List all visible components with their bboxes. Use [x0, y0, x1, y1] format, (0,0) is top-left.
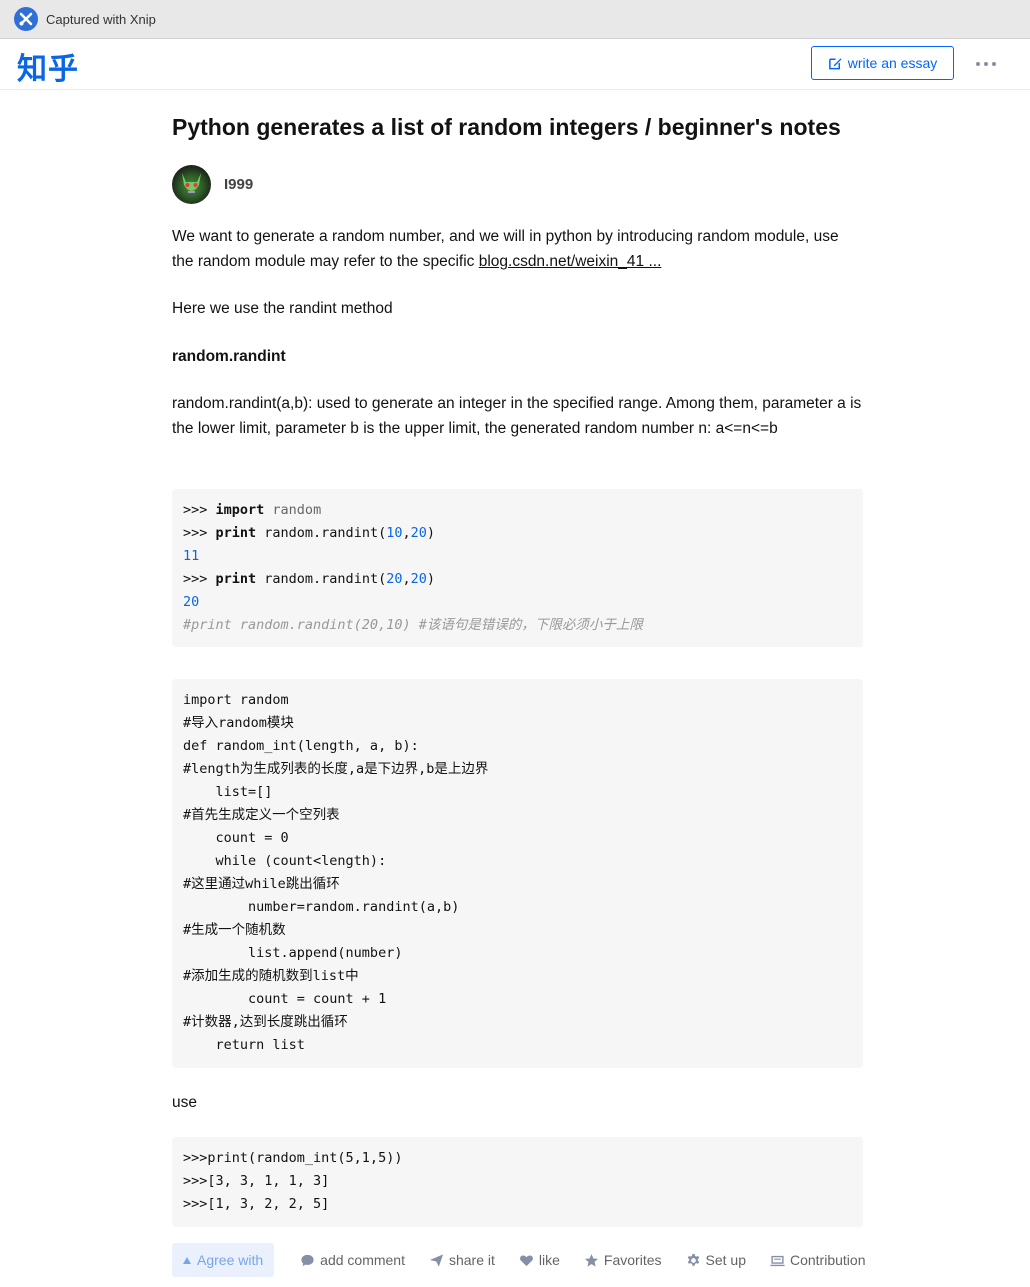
action-bar: Agree with add comment share it like Fav… [172, 1243, 932, 1277]
favorites-button[interactable]: Favorites [584, 1252, 662, 1268]
comment-icon [301, 1254, 314, 1266]
contribution-button[interactable]: Contribution [770, 1252, 866, 1268]
code-block-randint: >>> import random >>> print random.randi… [172, 489, 863, 647]
csdn-link[interactable]: blog.csdn.net/weixin_41 ... [479, 253, 662, 270]
code-block-random-int: import random #导入random模块 def random_int… [172, 679, 863, 1068]
write-essay-button[interactable]: write an essay [811, 46, 954, 80]
top-header: 知乎 write an essay [0, 40, 1030, 90]
share-icon [429, 1253, 444, 1267]
setup-button[interactable]: Set up [686, 1252, 746, 1268]
favorites-label: Favorites [603, 1252, 662, 1268]
write-essay-label: write an essay [847, 55, 938, 71]
zhihu-logo[interactable]: 知乎 [17, 44, 79, 88]
comment-label: add comment [320, 1252, 405, 1268]
share-button[interactable]: share it [429, 1252, 495, 1268]
contribution-label: Contribution [789, 1252, 866, 1268]
capture-label: Captured with Xnip [46, 11, 156, 27]
author-name[interactable]: I999 [224, 176, 253, 193]
use-paragraph: use [172, 1094, 197, 1111]
randint-heading: random.randint [172, 348, 286, 365]
randint-paragraph: Here we use the randint method [172, 300, 393, 317]
contribution-icon [770, 1255, 785, 1266]
randint-description: random.randint(a,b): used to generate an… [172, 395, 862, 437]
edit-icon [828, 57, 842, 69]
star-icon [584, 1253, 598, 1267]
comment-button[interactable]: add comment [300, 1252, 405, 1268]
author-avatar[interactable] [172, 165, 211, 204]
gear-icon [687, 1253, 699, 1266]
xnip-logo-icon [14, 7, 38, 31]
article-title: Python generates a list of random intege… [172, 114, 841, 140]
like-label: like [538, 1252, 560, 1268]
like-button[interactable]: like [519, 1252, 560, 1268]
setup-label: Set up [705, 1252, 746, 1268]
agree-label: Agree with [197, 1252, 264, 1268]
intro-paragraph: We want to generate a random number, and… [172, 224, 863, 274]
upvote-icon [183, 1256, 191, 1264]
heart-icon [519, 1254, 533, 1266]
code-block-usage: >>>print(random_int(5,1,5)) >>>[3, 3, 1,… [172, 1137, 863, 1227]
capture-bar: Captured with Xnip [0, 0, 1030, 39]
share-label: share it [448, 1252, 495, 1268]
agree-button[interactable]: Agree with [172, 1243, 275, 1277]
more-options-icon[interactable] [974, 52, 998, 76]
